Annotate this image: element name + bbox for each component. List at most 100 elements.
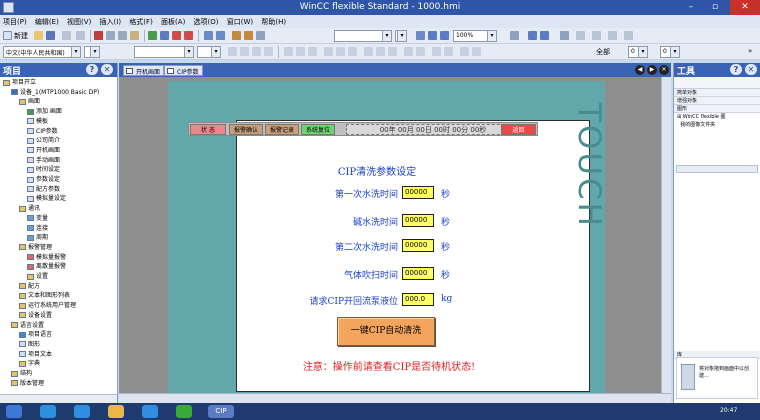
simple-objects-section[interactable]: 简单对象 (674, 89, 760, 97)
tree-item[interactable]: 运行系统用户管理 (19, 302, 76, 309)
tree-item[interactable]: 配方 (19, 283, 40, 290)
underline-icon[interactable] (252, 47, 261, 56)
tree-item[interactable]: 变量 (27, 215, 48, 222)
align-right-icon[interactable] (308, 47, 317, 56)
tree-item[interactable]: 参数设定 (27, 176, 60, 183)
line-width-icon[interactable] (624, 31, 633, 40)
object-selector-arrow[interactable]: ▾ (395, 30, 407, 42)
zoom-fit-icon[interactable] (416, 31, 425, 40)
tab-cip-params[interactable]: CIP参数 (164, 65, 203, 76)
paint-icon[interactable] (560, 31, 569, 40)
tree-item[interactable]: 离散量报警 (27, 263, 66, 270)
open-icon[interactable] (34, 31, 43, 40)
pin-icon[interactable]: ? (86, 64, 98, 75)
cip-auto-clean-button[interactable]: 一键CIP自动清洗 (337, 317, 435, 346)
browser-icon[interactable] (74, 405, 90, 418)
tab-next-icon[interactable]: ▶ (647, 65, 657, 75)
line-color-icon[interactable] (576, 31, 585, 40)
new-button[interactable]: 新建 (14, 31, 28, 41)
language-select[interactable]: 中文(中华人民共和国) ▾ (3, 46, 81, 58)
wincc-graphics-folder[interactable]: ⊞ WinCC flexible 图 (674, 113, 760, 121)
start-runtime-icon[interactable] (172, 31, 181, 40)
tools-view-icons[interactable] (674, 77, 760, 89)
my-graphics-folder[interactable]: 我的图像文件夹 (674, 121, 760, 129)
graphics-section[interactable]: 图形 (674, 105, 760, 113)
tree-item[interactable]: 项目语言 (19, 331, 52, 338)
zoom-select[interactable]: 100% ▾ (453, 30, 497, 42)
tree-item[interactable]: 连接 (27, 225, 48, 232)
layer-select-a[interactable]: 0 ▾ (628, 46, 648, 58)
layer-select-b[interactable]: 0 ▾ (660, 46, 680, 58)
pin-icon[interactable]: ? (730, 64, 742, 75)
menu-edit[interactable]: 编辑(E) (32, 15, 62, 27)
toolbar-overflow-icon[interactable]: » (748, 47, 752, 55)
tree-item[interactable]: 版本管理 (11, 380, 44, 387)
bold-icon[interactable] (228, 47, 237, 56)
align-center-icon[interactable] (296, 47, 305, 56)
tab-prev-icon[interactable]: ◀ (635, 65, 645, 75)
tree-item[interactable]: 画面 (19, 98, 40, 105)
tree-item[interactable]: 项目文本 (19, 351, 52, 358)
explorer-icon[interactable] (108, 405, 124, 418)
same-size-icon[interactable] (388, 47, 397, 56)
menu-project[interactable]: 项目(P) (0, 15, 30, 27)
align-middle-icon[interactable] (336, 47, 345, 56)
zoom-in-icon[interactable] (428, 31, 437, 40)
redo-icon[interactable] (76, 31, 85, 40)
tree-item[interactable]: 公司简介 (27, 137, 60, 144)
group-icon[interactable] (432, 47, 441, 56)
ungroup-icon[interactable] (444, 47, 453, 56)
distribute-h-icon[interactable] (404, 47, 413, 56)
tab-startup-screen[interactable]: 开机画面 (123, 65, 165, 76)
tree-item[interactable]: 语言设置 (11, 322, 44, 329)
save-icon[interactable] (46, 31, 55, 40)
tree-item[interactable]: 设备_1(MTP1000 Basic DP) (11, 89, 99, 96)
new-icon[interactable] (3, 31, 12, 40)
language-select-arrow[interactable]: ▾ (84, 46, 100, 58)
tree-item[interactable]: 项目开立 (3, 79, 36, 86)
first-rinse-input[interactable]: 00000 (402, 186, 434, 199)
tree-item[interactable]: 模板 (27, 118, 48, 125)
return-pump-level-input[interactable]: 000.0 (402, 293, 434, 306)
alkali-wash-input[interactable]: 00000 (402, 214, 434, 227)
paste-icon[interactable] (130, 31, 139, 40)
align-bottom-icon[interactable] (348, 47, 357, 56)
object-selector[interactable]: ▾ (334, 30, 392, 42)
tree-item[interactable]: 结构 (11, 370, 32, 377)
align-left-icon[interactable] (284, 47, 293, 56)
app-icon-a[interactable] (142, 405, 158, 418)
copy-icon[interactable] (118, 31, 127, 40)
properties-icon[interactable] (256, 31, 265, 40)
alarm-ack-button[interactable]: 报警确认 (229, 124, 263, 135)
menu-format[interactable]: 格式(F) (126, 15, 156, 27)
all-layers-label[interactable]: 全部 (596, 47, 610, 57)
tree-item[interactable]: 时间设定 (27, 166, 60, 173)
layer-icon[interactable] (216, 31, 225, 40)
same-height-icon[interactable] (376, 47, 385, 56)
close-button[interactable]: ✕ (730, 0, 760, 15)
tree-item[interactable]: 模拟量设定 (27, 195, 66, 202)
compile-icon[interactable] (148, 31, 157, 40)
undo-icon[interactable] (62, 31, 71, 40)
font-size-select[interactable]: ▾ (197, 46, 221, 58)
tree-item[interactable]: 图形 (19, 341, 40, 348)
align-icon[interactable] (204, 31, 213, 40)
tree-item[interactable]: 通讯 (19, 205, 40, 212)
enhanced-objects-section[interactable]: 增强对象 (674, 97, 760, 105)
tree-item[interactable]: 添加 画面 (27, 108, 62, 115)
system-reset-button[interactable]: 系统复位 (301, 124, 335, 135)
simulate-icon[interactable] (184, 31, 193, 40)
cut-icon[interactable] (106, 31, 115, 40)
back-button[interactable]: 返回 (501, 124, 536, 135)
bring-front-icon[interactable] (460, 47, 469, 56)
align-top-icon[interactable] (324, 47, 333, 56)
menu-window[interactable]: 窗口(W) (224, 15, 256, 27)
workspace-horizontal-scrollbar[interactable] (119, 393, 671, 403)
tree-item[interactable]: 文本和图形列表 (19, 292, 70, 299)
tree-item[interactable]: 开机画面 (27, 147, 60, 154)
minimize-button[interactable]: – (680, 0, 702, 15)
tree-item[interactable]: 设置 (27, 273, 48, 280)
transfer-icon[interactable] (160, 31, 169, 40)
fill-color-icon[interactable] (592, 31, 601, 40)
help-icon[interactable] (528, 31, 537, 40)
